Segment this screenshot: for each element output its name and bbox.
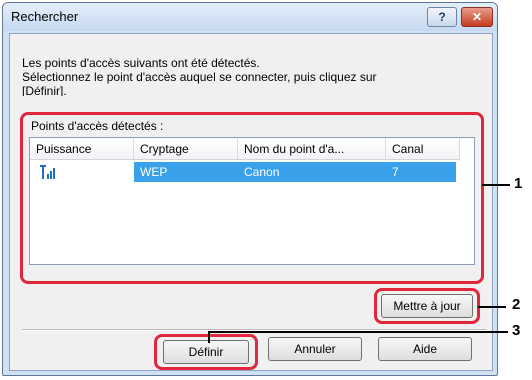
question-icon: ? [438, 10, 446, 24]
instructions: Les points d'accès suivants ont été déte… [22, 56, 492, 96]
window-title: Rechercher [11, 9, 79, 24]
access-point-list[interactable]: Puissance Cryptage Nom du point d'a... C… [29, 137, 475, 265]
help-title-button[interactable]: ? [427, 7, 457, 27]
row-selection: WEP Canon 7 [134, 162, 456, 182]
refresh-highlight: Mettre à jour [374, 288, 480, 324]
column-header-encryption[interactable]: Cryptage [134, 138, 238, 160]
cell-channel: 7 [392, 165, 399, 179]
cell-encryption: WEP [140, 165, 168, 179]
callout-number-3: 3 [512, 322, 521, 339]
callout-line-2 [478, 306, 506, 308]
cell-name: Canon [244, 165, 280, 179]
close-icon: ✕ [471, 10, 483, 24]
callout-number-1: 1 [514, 175, 523, 192]
search-dialog: Rechercher ? ✕ Les points d'accès suivan… [2, 2, 498, 376]
instruction-line-2: Sélectionnez le point d'accès auquel se … [22, 70, 377, 84]
callout-number-2: 2 [512, 296, 521, 313]
instruction-line-1: Les points d'accès suivants ont été déte… [22, 56, 260, 70]
instruction-line-3: [Définir]. [22, 84, 67, 96]
column-header-channel[interactable]: Canal [386, 138, 460, 160]
table-row[interactable]: WEP Canon 7 [30, 162, 460, 182]
close-button[interactable]: ✕ [461, 7, 493, 27]
callout-line-3-stub [208, 331, 210, 343]
help-button[interactable]: Aide [378, 337, 472, 361]
group-label: Points d'accès détectés : [31, 119, 164, 133]
refresh-button[interactable]: Mettre à jour [381, 294, 473, 318]
set-button[interactable]: Définir [163, 340, 249, 364]
cancel-button[interactable]: Annuler [268, 337, 362, 361]
signal-strength-icon [40, 165, 55, 179]
title-bar: Rechercher ? ✕ [3, 3, 497, 31]
callout-line-3 [208, 331, 508, 333]
dialog-body: Les points d'accès suivants ont été déte… [9, 33, 493, 371]
callout-line-1 [482, 184, 510, 186]
access-points-group: Points d'accès détectés : Puissance Cryp… [20, 112, 484, 284]
set-highlight: Définir [154, 334, 258, 370]
column-header-name[interactable]: Nom du point d'a... [238, 138, 386, 160]
column-header-strength[interactable]: Puissance [30, 138, 134, 160]
